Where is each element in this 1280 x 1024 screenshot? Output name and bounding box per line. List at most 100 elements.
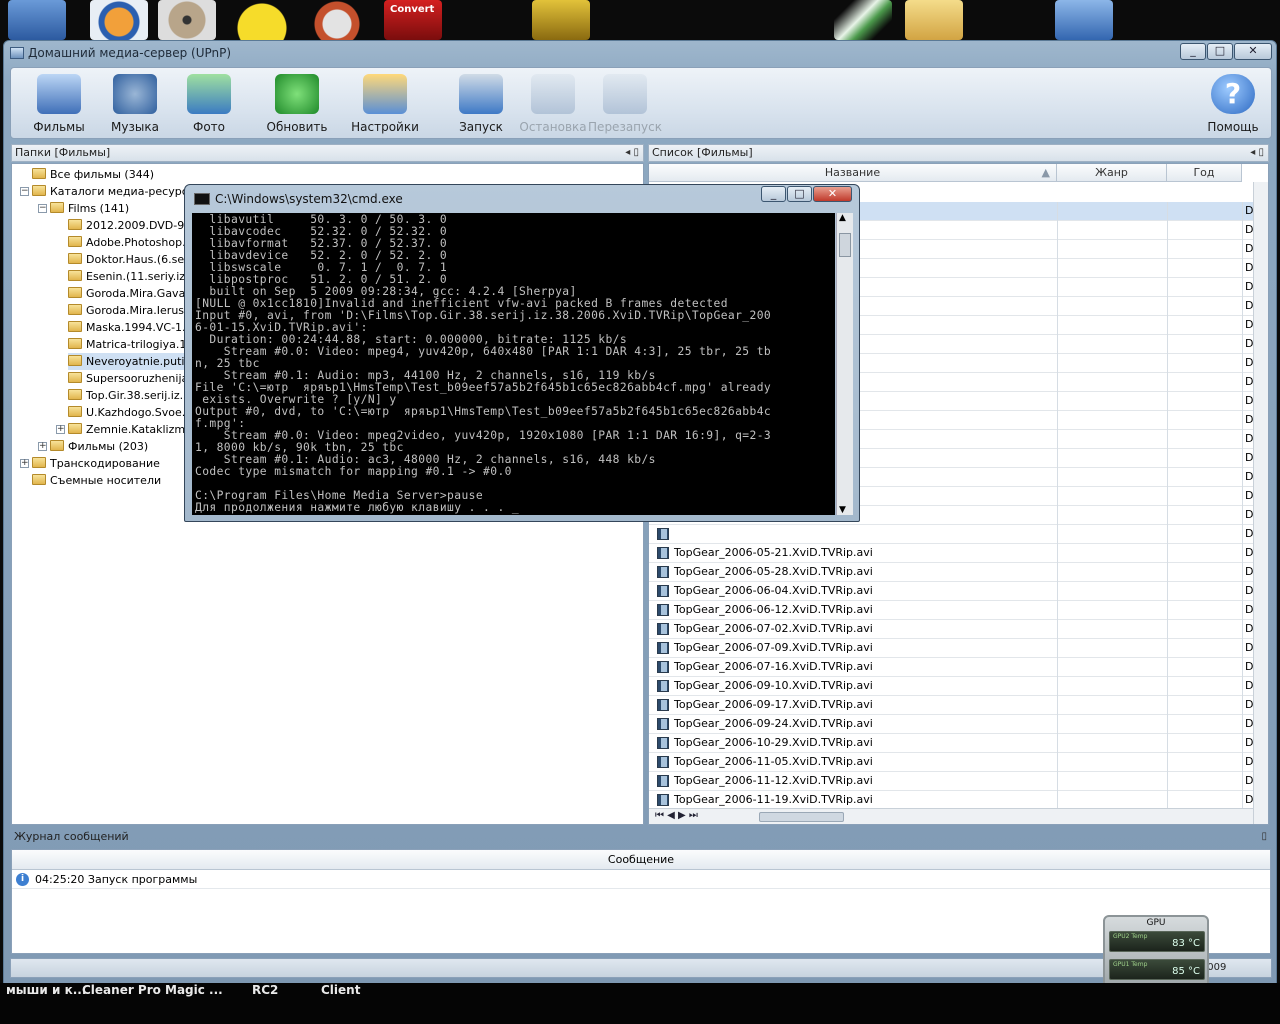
scroll-down-icon[interactable]: ▼: [839, 505, 846, 515]
firefox-icon[interactable]: [90, 0, 148, 40]
console-output[interactable]: libavutil 50. 3. 0 / 50. 3. 0 libavcodec…: [192, 213, 835, 515]
scroll-thumb[interactable]: [839, 233, 851, 257]
tree-item[interactable]: Matrica-trilogiya.199: [68, 336, 200, 353]
tree-item[interactable]: Каталоги медиа-ресурсов: [32, 183, 201, 200]
taskbar-item[interactable]: Client: [321, 983, 360, 997]
console-scrollbar[interactable]: ▲ ▼: [836, 213, 853, 515]
cell-divider: [1167, 506, 1168, 525]
collapse-icon[interactable]: −: [20, 187, 29, 196]
file-row[interactable]: TopGear_2006-09-10.XviD.TVRip.avi D:: [649, 677, 1261, 696]
mascot-icon[interactable]: [308, 0, 366, 40]
file-row[interactable]: TopGear_2006-06-04.XviD.TVRip.avi D:: [649, 582, 1261, 601]
photo-button[interactable]: Фото: [171, 72, 247, 138]
taskbar-item[interactable]: мыши и к...: [6, 983, 86, 997]
horizontal-scrollbar[interactable]: ⏮ ◀ ▶ ⏭: [649, 808, 1253, 824]
help-label: Помощь: [1207, 120, 1259, 134]
maximize-button[interactable]: □: [1207, 43, 1233, 60]
tree-item[interactable]: Транскодирование: [32, 455, 160, 472]
cmd-close-button[interactable]: ✕: [813, 186, 852, 202]
restart-icon: [603, 74, 647, 114]
cmd-minimize-button[interactable]: _: [761, 186, 786, 202]
cell-divider: [1167, 278, 1168, 297]
close-button[interactable]: ✕: [1234, 43, 1272, 60]
gpu-gadget[interactable]: GPU GPU2 Temp 83 °C GPU1 Temp 85 °C: [1103, 915, 1209, 989]
tree-item[interactable]: Goroda.Mira.Ierusal: [68, 302, 194, 319]
tree-item[interactable]: U.Kazhdogo.Svoe.K: [68, 404, 192, 421]
file-row[interactable]: TopGear_2006-07-16.XviD.TVRip.avi D:: [649, 658, 1261, 677]
tree-item[interactable]: Supersooruzhenija.c: [68, 370, 198, 387]
tree-item[interactable]: Top.Gir.38.serij.iz.3: [68, 387, 190, 404]
file-row[interactable]: TopGear_2006-10-29.XviD.TVRip.avi D:: [649, 734, 1261, 753]
file-row[interactable]: TopGear_2006-05-21.XviD.TVRip.avi D:: [649, 544, 1261, 563]
expand-icon[interactable]: +: [20, 459, 29, 468]
column-genre[interactable]: Жанр: [1057, 164, 1167, 182]
convert-icon[interactable]: Convert: [384, 0, 442, 40]
computer-icon[interactable]: [8, 0, 66, 40]
title-bar[interactable]: Домашний медиа-сервер (UPnP) _ □ ✕: [4, 41, 1276, 67]
cell-divider: [1242, 259, 1243, 278]
music-button[interactable]: Музыка: [97, 72, 173, 138]
taskbar-item[interactable]: RC2: [252, 983, 278, 997]
pin-icon[interactable]: ◂ ▯: [1250, 145, 1264, 161]
collapse-icon[interactable]: −: [38, 204, 47, 213]
column-name[interactable]: Название ▲: [649, 164, 1057, 182]
expand-icon[interactable]: +: [56, 425, 65, 434]
tree-item[interactable]: Все фильмы (344): [32, 166, 154, 183]
smiley-icon[interactable]: [233, 0, 291, 40]
expand-icon[interactable]: +: [38, 442, 47, 451]
file-row[interactable]: TopGear_2006-09-24.XviD.TVRip.avi D:: [649, 715, 1261, 734]
file-row[interactable]: TopGear_2006-07-02.XviD.TVRip.avi D:: [649, 620, 1261, 639]
tree-item[interactable]: Goroda.Mira.Gavana: [68, 285, 199, 302]
tree-item[interactable]: Doktor.Haus.(6.sezo: [68, 251, 197, 268]
video-file-icon: [657, 794, 669, 806]
tree-item[interactable]: Фильмы (203): [50, 438, 148, 455]
minimize-button[interactable]: _: [1180, 43, 1206, 60]
nav-buttons[interactable]: ⏮ ◀ ▶ ⏭: [655, 810, 698, 821]
taskbar-item[interactable]: Cleaner Pro: [82, 983, 161, 997]
tree-item[interactable]: Zemnie.Kataklizmi.2: [68, 421, 199, 438]
cell-divider: [1167, 335, 1168, 354]
films-button[interactable]: Фильмы: [21, 72, 97, 138]
chip-icon[interactable]: [834, 0, 892, 40]
vertical-scrollbar[interactable]: [1253, 182, 1268, 824]
disc-icon[interactable]: [158, 0, 216, 40]
tree-item-label: Adobe.Photoshop.C: [86, 236, 194, 249]
folder-icon: [68, 321, 82, 332]
taskbar-item[interactable]: Magic ...: [165, 983, 223, 997]
column-year[interactable]: Год: [1167, 164, 1242, 182]
log-column-header[interactable]: Сообщение: [12, 850, 1270, 870]
network-computer-icon[interactable]: [1055, 0, 1113, 40]
file-row[interactable]: D:: [649, 525, 1261, 544]
start-button[interactable]: Запуск: [443, 72, 519, 138]
log-row[interactable]: i 04:25:20 Запуск программы: [12, 870, 1270, 889]
network-tree-icon[interactable]: [532, 0, 590, 40]
tree-item[interactable]: Neveroyatnie.putish: [68, 353, 198, 370]
cell-divider: [1167, 430, 1168, 449]
tree-item[interactable]: Films (141): [50, 200, 129, 217]
tree-item[interactable]: Esenin.(11.seriy.iz.: [68, 268, 189, 285]
cell-divider: [1242, 354, 1243, 373]
file-row[interactable]: TopGear_2006-11-12.XviD.TVRip.avi D:: [649, 772, 1261, 791]
pin-icon[interactable]: ◂ ▯: [625, 145, 639, 161]
help-button[interactable]: ? Помощь: [1195, 72, 1271, 138]
file-row[interactable]: TopGear_2006-09-17.XviD.TVRip.avi D:: [649, 696, 1261, 715]
pin-icon[interactable]: ▯: [1261, 829, 1267, 845]
tree-item-label: Все фильмы (344): [50, 168, 154, 181]
file-row[interactable]: TopGear_2006-06-12.XviD.TVRip.avi D:: [649, 601, 1261, 620]
file-row[interactable]: TopGear_2006-05-28.XviD.TVRip.avi D:: [649, 563, 1261, 582]
refresh-button[interactable]: Обновить: [259, 72, 335, 138]
tree-item[interactable]: Съемные носители: [32, 472, 161, 489]
tree-item[interactable]: 2012.2009.DVD-9 (8: [68, 217, 199, 234]
file-row[interactable]: TopGear_2006-07-09.XviD.TVRip.avi D:: [649, 639, 1261, 658]
cmd-maximize-button[interactable]: □: [787, 186, 812, 202]
file-name: TopGear_2006-07-16.XviD.TVRip.avi: [674, 660, 873, 673]
tree-item-label: Esenin.(11.seriy.iz.: [86, 270, 189, 283]
tree-item[interactable]: Maska.1994.VC-1.B: [68, 319, 193, 336]
scroll-up-icon[interactable]: ▲: [839, 213, 846, 223]
settings-button[interactable]: Настройки: [347, 72, 423, 138]
tree-item[interactable]: Adobe.Photoshop.C: [68, 234, 193, 251]
video-file-icon: [657, 661, 669, 673]
scroll-thumb[interactable]: [759, 812, 844, 822]
folder-icon[interactable]: [905, 0, 963, 40]
file-row[interactable]: TopGear_2006-11-05.XviD.TVRip.avi D:: [649, 753, 1261, 772]
